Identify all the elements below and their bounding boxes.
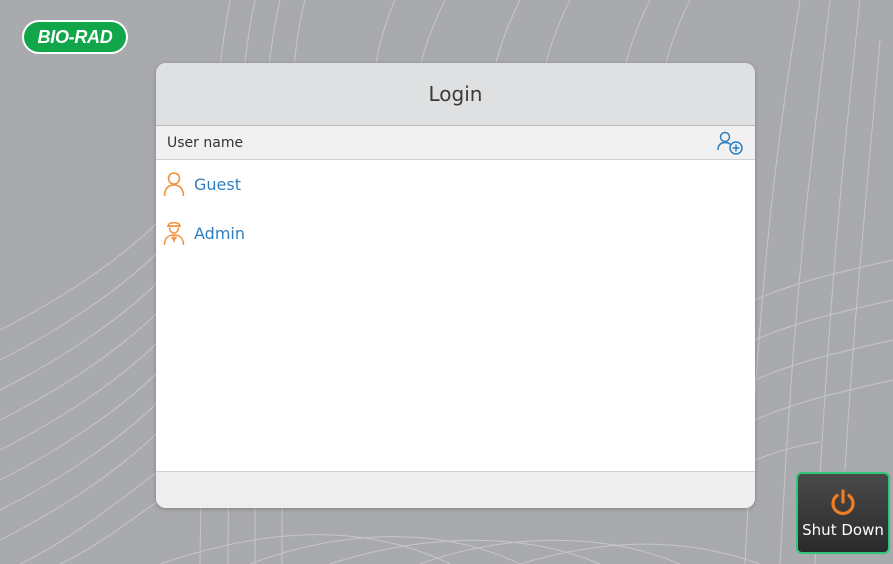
login-panel: Login User name Guest Admin bbox=[156, 63, 755, 508]
user-list: Guest Admin bbox=[156, 160, 755, 470]
power-icon bbox=[831, 488, 855, 515]
user-name-column-header: User name bbox=[156, 126, 755, 160]
column-header-label: User name bbox=[167, 134, 244, 151]
user-name-label: Admin bbox=[194, 223, 245, 243]
admin-user-icon bbox=[162, 219, 186, 247]
shut-down-button[interactable]: Shut Down bbox=[796, 472, 890, 554]
user-icon bbox=[162, 170, 186, 198]
user-name-label: Guest bbox=[194, 174, 241, 194]
shut-down-label: Shut Down bbox=[802, 520, 884, 539]
user-item-admin[interactable]: Admin bbox=[156, 208, 755, 258]
login-title: Login bbox=[156, 63, 755, 126]
bio-rad-logo: BIO-RAD bbox=[24, 22, 126, 52]
user-item-guest[interactable]: Guest bbox=[156, 160, 755, 208]
login-panel-footer bbox=[156, 471, 755, 508]
add-user-icon[interactable] bbox=[715, 128, 745, 158]
